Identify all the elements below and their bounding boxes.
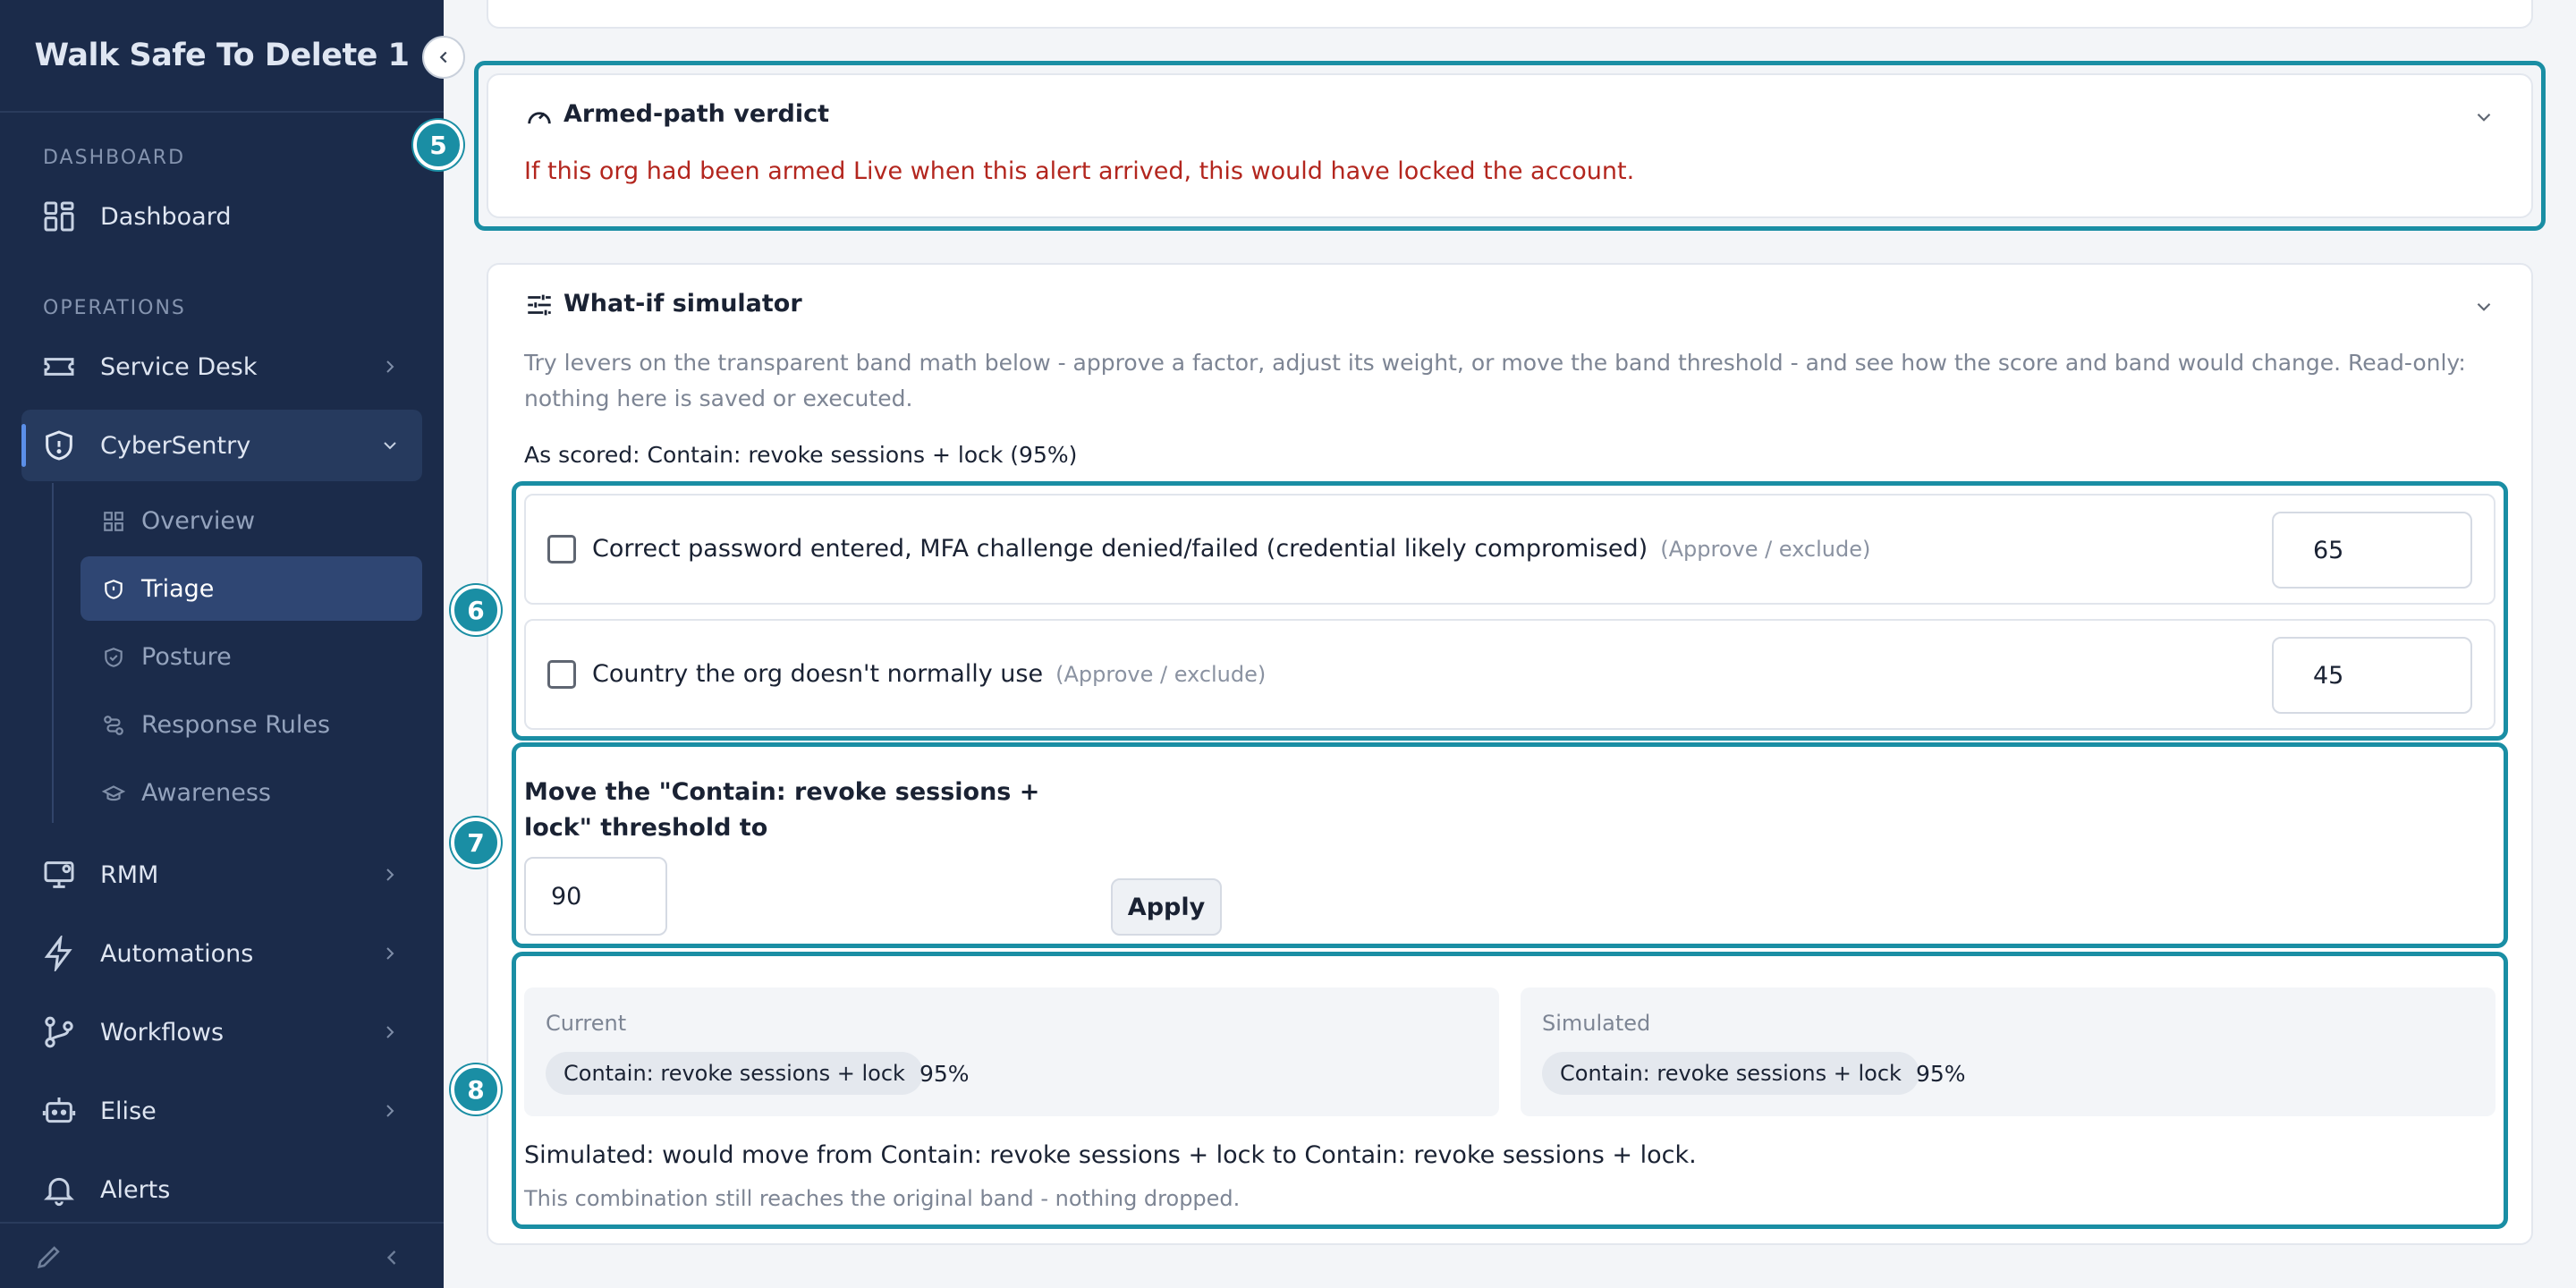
factor-weight-input[interactable] [2272,637,2472,714]
chevron-right-icon [386,947,394,960]
nav-item-label: Elise [100,1097,157,1125]
simulation-summary: Simulated: would move from Contain: revo… [524,1141,1697,1169]
sub-item-response-rules[interactable]: Response Rules [80,692,422,757]
nav-item-label: CyberSentry [100,431,251,460]
nav-item-service-desk[interactable]: Service Desk [21,331,422,402]
simulator-title[interactable]: What-if simulator [564,290,802,318]
nav-item-alerts[interactable]: Alerts [21,1154,422,1225]
ticket-icon [44,358,74,376]
simulated-label: Simulated [1542,1011,1651,1036]
current-pct: 95% [919,1061,970,1087]
factor-label: Country the org doesn't normally use (App… [592,660,1266,688]
nav-item-label: Service Desk [100,352,258,381]
current-result-box: Current Contain: revoke sessions + lock … [524,987,1499,1116]
shield-icon [46,430,72,461]
factor-row: Country the org doesn't normally use (App… [524,619,2496,730]
section-label-operations: OPERATIONS [43,297,186,319]
sub-item-posture[interactable]: Posture [80,624,422,689]
gauge-icon [528,112,551,124]
sidebar-footer [0,1222,444,1288]
chevron-right-icon [386,869,394,881]
nav-item-automations[interactable]: Automations [21,918,422,989]
nav-item-label: RMM [100,860,159,889]
sub-item-awareness[interactable]: Awareness [80,760,422,825]
sliders-icon [528,294,551,316]
simulator-description: Try levers on the transparent band math … [524,350,2466,411]
bell-icon [44,1177,74,1207]
previous-card [487,0,2533,29]
dashboard-grid-icon [44,201,74,232]
chevron-right-icon [386,360,394,373]
nav-item-rmm[interactable]: RMM [21,839,422,911]
simulated-result-box: Simulated Contain: revoke sessions + loc… [1521,987,2496,1116]
graduation-cap-icon [102,785,125,801]
simulated-pct: 95% [1916,1061,1966,1087]
factor-label: Correct password entered, MFA challenge … [592,535,1870,563]
factor-weight-input[interactable] [2272,512,2472,589]
armed-path-verdict-card [487,73,2533,218]
collapse-sidebar-button[interactable] [422,36,465,79]
nav-item-elise[interactable]: Elise [21,1075,422,1147]
brand-title: Walk Safe To Delete 1 [0,0,444,113]
nav-item-label: Workflows [100,1018,225,1046]
simulated-band-pill: Contain: revoke sessions + lock [1542,1052,1919,1095]
apply-button[interactable]: Apply [1111,878,1222,936]
factor-note: (Approve / exclude) [1660,537,1871,562]
robot-icon [42,1097,76,1123]
chevron-down-icon [384,442,396,450]
simulation-summary-note: This combination still reaches the origi… [524,1186,1241,1211]
sub-item-label: Awareness [141,778,271,807]
factor-checkbox[interactable] [547,535,576,564]
threshold-label: Move the "Contain: revoke sessions + loc… [524,778,1040,842]
badge-7: 7 [451,818,501,868]
nav-item-dashboard[interactable]: Dashboard [21,181,422,252]
chevron-down-icon[interactable] [2472,106,2496,129]
factor-label-text: Correct password entered, MFA challenge … [592,535,1648,563]
chevron-left-icon [439,51,447,64]
monitor-gear-icon [44,861,74,888]
chevron-down-icon[interactable] [2472,295,2496,318]
sub-item-overview[interactable]: Overview [80,488,422,553]
badge-5: 5 [413,120,463,170]
sub-item-label: Triage [141,574,215,603]
chevron-right-icon [386,1105,394,1117]
sub-item-label: Overview [141,506,256,535]
app: Walk Safe To Delete 1 DASHBOARD Dashboar… [0,0,2576,1288]
nav-item-label: Dashboard [100,202,232,231]
submenu-line [52,483,54,823]
nav-item-workflows[interactable]: Workflows [21,996,422,1068]
chevron-left-icon[interactable] [379,1245,404,1270]
factor-label-text: Country the org doesn't normally use [592,660,1044,688]
verdict-text: If this org had been armed Live when thi… [524,157,1635,185]
sub-item-label: Posture [141,642,232,671]
threshold-input[interactable] [524,857,667,936]
nav-item-cybersentry[interactable]: CyberSentry [21,410,422,481]
route-icon [104,716,123,735]
shield-alert-icon [105,580,123,599]
as-scored-text: As scored: Contain: revoke sessions + lo… [524,442,1078,468]
factor-note: (Approve / exclude) [1055,662,1267,687]
factor-checkbox[interactable] [547,660,576,689]
lightning-icon [44,936,72,971]
shield-check-icon [105,648,123,667]
nav-item-label: Alerts [100,1175,171,1204]
section-label-dashboard: DASHBOARD [43,147,186,169]
sub-item-triage[interactable]: Triage [80,556,422,621]
current-label: Current [546,1011,627,1036]
badge-6: 6 [451,585,501,635]
verdict-title[interactable]: Armed-path verdict [564,100,829,128]
sidebar: Walk Safe To Delete 1 DASHBOARD Dashboar… [0,0,444,1288]
pencil-icon[interactable] [34,1241,64,1272]
nav-item-label: Automations [100,939,254,968]
grid-icon [104,512,123,531]
current-band-pill: Contain: revoke sessions + lock [546,1052,923,1095]
sub-item-label: Response Rules [141,710,331,739]
git-branch-icon [45,1016,73,1048]
badge-8: 8 [451,1064,501,1114]
factor-row: Correct password entered, MFA challenge … [524,494,2496,605]
chevron-right-icon [386,1026,394,1038]
active-indicator [21,424,26,467]
